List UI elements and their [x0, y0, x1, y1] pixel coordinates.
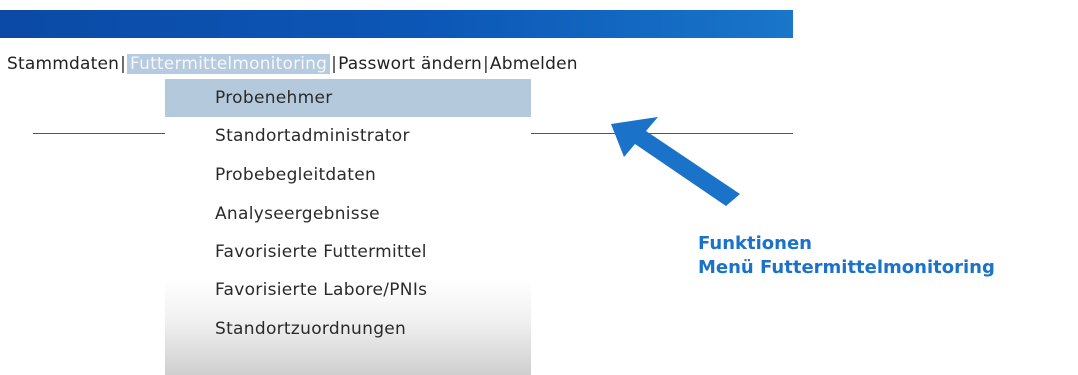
annotation-line-1: Funktionen — [698, 233, 812, 254]
futtermittelmonitoring-dropdown: Probenehmer Standortadministrator Probeb… — [165, 79, 531, 375]
menu-item-passwort-aendern[interactable]: Passwort ändern — [338, 54, 482, 74]
menu-separator: | — [120, 54, 127, 74]
annotation-line-2: Menü Futtermittelmonitoring — [698, 257, 995, 278]
dropdown-item-probenehmer[interactable]: Probenehmer — [165, 79, 531, 117]
dropdown-item-probebegleitdaten[interactable]: Probebegleitdaten — [165, 156, 531, 194]
dropdown-item-standortadministrator[interactable]: Standortadministrator — [165, 117, 531, 155]
arrow-icon-shape — [611, 117, 740, 206]
arrow-icon — [611, 117, 740, 206]
header-bar — [0, 10, 793, 38]
divider-line-left — [33, 133, 166, 134]
menu-item-stammdaten[interactable]: Stammdaten — [7, 54, 119, 74]
menu-separator: | — [482, 54, 489, 74]
dropdown-item-favorisierte-labore[interactable]: Favorisierte Labore/PNIs — [165, 271, 531, 309]
annotation-label: Funktionen Menü Futtermittelmonitoring — [698, 232, 995, 280]
menu-separator: | — [331, 54, 338, 74]
dropdown-item-standortzuordnungen[interactable]: Standortzuordnungen — [165, 310, 531, 348]
menu-item-abmelden[interactable]: Abmelden — [490, 54, 578, 74]
dropdown-item-favorisierte-futtermittel[interactable]: Favorisierte Futtermittel — [165, 233, 531, 271]
dropdown-item-analyseergebnisse[interactable]: Analyseergebnisse — [165, 195, 531, 233]
menu-item-futtermittelmonitoring[interactable]: Futtermittelmonitoring — [127, 54, 331, 74]
main-menu: Stammdaten | Futtermittelmonitoring | Pa… — [7, 52, 578, 76]
